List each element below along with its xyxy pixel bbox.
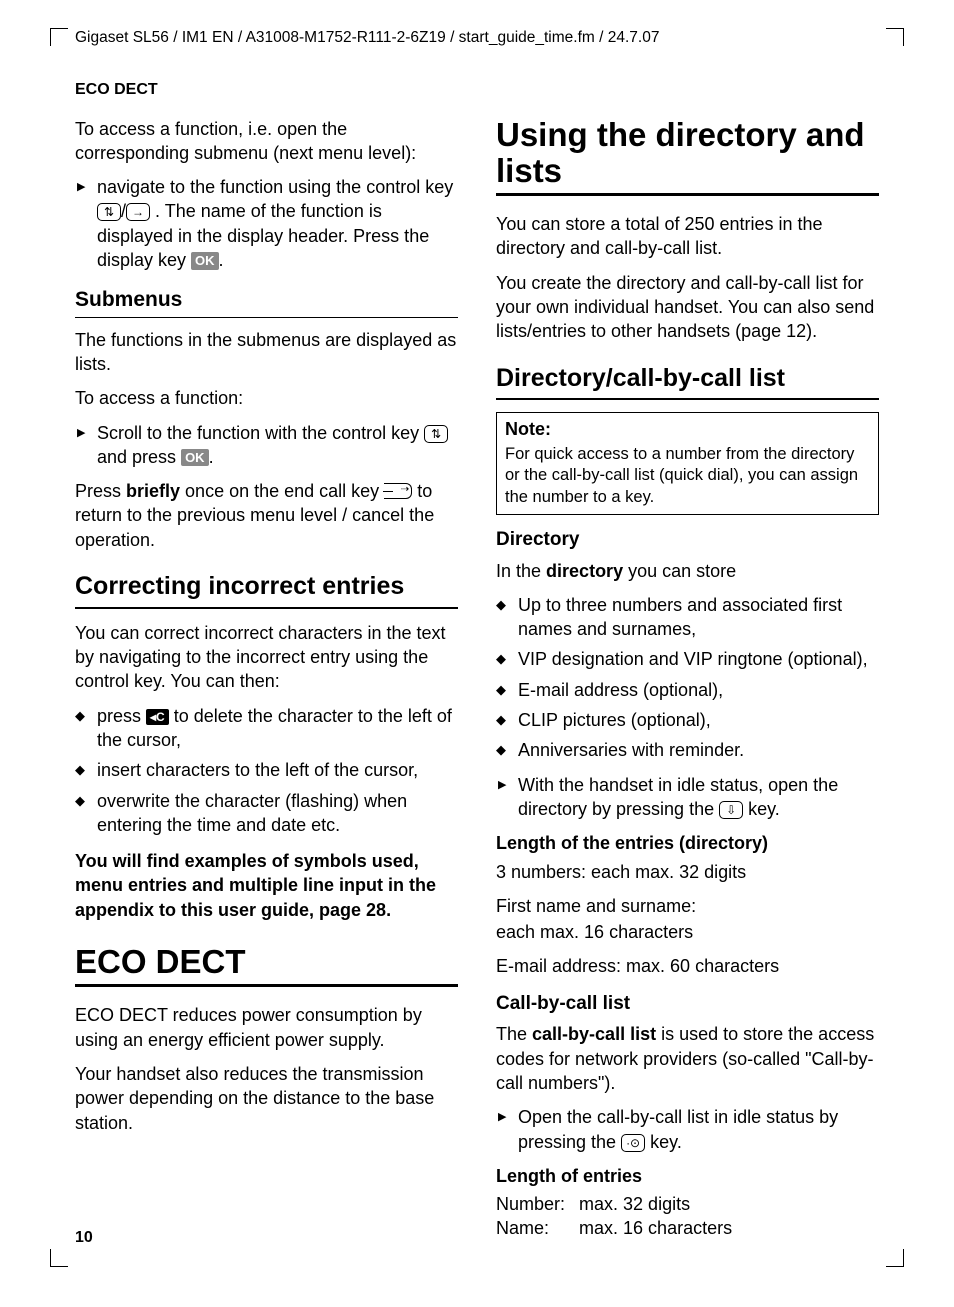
end-call-key-icon <box>384 483 412 499</box>
appendix-note: You will find examples of symbols used, … <box>75 849 458 922</box>
text: Press <box>75 481 126 501</box>
diamond-list: Up to three numbers and associated first… <box>496 593 879 763</box>
paragraph: You can correct incorrect characters in … <box>75 621 458 694</box>
bold-text: call-by-call list <box>532 1024 656 1044</box>
paragraph: First name and surname: <box>496 894 879 918</box>
bold-text: briefly <box>126 481 180 501</box>
left-column: To access a function, i.e. open the corr… <box>75 117 458 1241</box>
ok-key-icon: OK <box>181 449 209 467</box>
bold-text: directory <box>546 561 623 581</box>
list-item: VIP designation and VIP ringtone (option… <box>496 647 879 671</box>
heading-submenus: Submenus <box>75 286 458 317</box>
paragraph: You can store a total of 250 entries in … <box>496 212 879 261</box>
crop-mark <box>886 28 904 46</box>
right-column: Using the directory and lists You can st… <box>496 117 879 1241</box>
text: Scroll to the function with the control … <box>97 423 424 443</box>
cbc-key-icon: ·⊙ <box>621 1134 645 1152</box>
heading-directory: Directory <box>496 527 879 553</box>
text: key. <box>748 799 780 819</box>
heading-cbc: Call-by-call list <box>496 991 879 1017</box>
text: key. <box>650 1132 682 1152</box>
running-head: ECO DECT <box>50 79 904 101</box>
paragraph: To access a function, i.e. open the corr… <box>75 117 458 166</box>
heading-length-entries: Length of entries <box>496 1164 879 1188</box>
delete-key-icon: ◂C <box>146 709 169 725</box>
list-item: overwrite the character (flashing) when … <box>75 789 458 838</box>
list-item: Open the call-by-call list in idle statu… <box>496 1105 879 1154</box>
text: navigate to the function using the contr… <box>97 177 453 197</box>
length-table: Number: max. 32 digits Name: max. 16 cha… <box>496 1192 879 1241</box>
arrow-list: With the handset in idle status, open th… <box>496 773 879 822</box>
text: In the <box>496 561 546 581</box>
header-path: Gigaset SL56 / IM1 EN / A31008-M1752-R11… <box>50 28 904 49</box>
note-title: Note: <box>505 417 870 441</box>
list-item: E-mail address (optional), <box>496 678 879 702</box>
heading-length-directory: Length of the entries (directory) <box>496 831 879 855</box>
paragraph: ECO DECT reduces power consumption by us… <box>75 1003 458 1052</box>
content-columns: To access a function, i.e. open the corr… <box>50 117 904 1241</box>
text: you can store <box>623 561 736 581</box>
note-body: For quick access to a number from the di… <box>505 444 870 508</box>
diamond-list: press ◂C to delete the character to the … <box>75 704 458 837</box>
arrow-list: navigate to the function using the contr… <box>75 175 458 272</box>
list-item: Scroll to the function with the control … <box>75 421 458 470</box>
table-cell: max. 16 characters <box>579 1216 879 1240</box>
paragraph: The functions in the submenus are displa… <box>75 328 458 377</box>
list-item: press ◂C to delete the character to the … <box>75 704 458 753</box>
page-number: 10 <box>75 1227 93 1249</box>
ok-key-icon: OK <box>191 252 219 270</box>
table-cell: Name: <box>496 1216 565 1240</box>
control-key-updown-icon: ⇅ <box>424 425 448 443</box>
text: With the handset in idle status, open th… <box>518 775 838 819</box>
crop-mark <box>50 1249 68 1267</box>
heading-eco-dect: ECO DECT <box>75 944 458 987</box>
text: press <box>97 706 146 726</box>
table-cell: Number: <box>496 1192 565 1216</box>
list-item: Anniversaries with reminder. <box>496 738 879 762</box>
text: . <box>209 447 214 467</box>
control-key-right-icon: → <box>126 203 150 221</box>
list-item: CLIP pictures (optional), <box>496 708 879 732</box>
crop-mark <box>886 1249 904 1267</box>
heading-using-directory: Using the directory and lists <box>496 117 879 197</box>
heading-correcting: Correcting incorrect entries <box>75 570 458 609</box>
table-cell: max. 32 digits <box>579 1192 879 1216</box>
text: and press <box>97 447 181 467</box>
list-item: Up to three numbers and associated first… <box>496 593 879 642</box>
list-item: navigate to the function using the contr… <box>75 175 458 272</box>
text: . <box>219 250 224 270</box>
crop-mark <box>50 28 68 46</box>
paragraph: 3 numbers: each max. 32 digits <box>496 860 879 884</box>
document-page: Gigaset SL56 / IM1 EN / A31008-M1752-R11… <box>0 0 954 1307</box>
text: once on the end call key <box>180 481 384 501</box>
paragraph: The call-by-call list is used to store t… <box>496 1022 879 1095</box>
paragraph: Press briefly once on the end call key t… <box>75 479 458 552</box>
control-key-updown-icon: ⇅ <box>97 203 121 221</box>
note-box: Note: For quick access to a number from … <box>496 412 879 515</box>
paragraph: You create the directory and call-by-cal… <box>496 271 879 344</box>
arrow-list: Open the call-by-call list in idle statu… <box>496 1105 879 1154</box>
text: The <box>496 1024 532 1044</box>
arrow-list: Scroll to the function with the control … <box>75 421 458 470</box>
paragraph: each max. 16 characters <box>496 920 879 944</box>
control-key-down-icon: ⇩ <box>719 801 743 819</box>
heading-directory-cbc: Directory/call-by-call list <box>496 362 879 401</box>
paragraph: Your handset also reduces the transmissi… <box>75 1062 458 1135</box>
list-item: insert characters to the left of the cur… <box>75 758 458 782</box>
paragraph: E-mail address: max. 60 characters <box>496 954 879 978</box>
paragraph: In the directory you can store <box>496 559 879 583</box>
paragraph: To access a function: <box>75 386 458 410</box>
list-item: With the handset in idle status, open th… <box>496 773 879 822</box>
